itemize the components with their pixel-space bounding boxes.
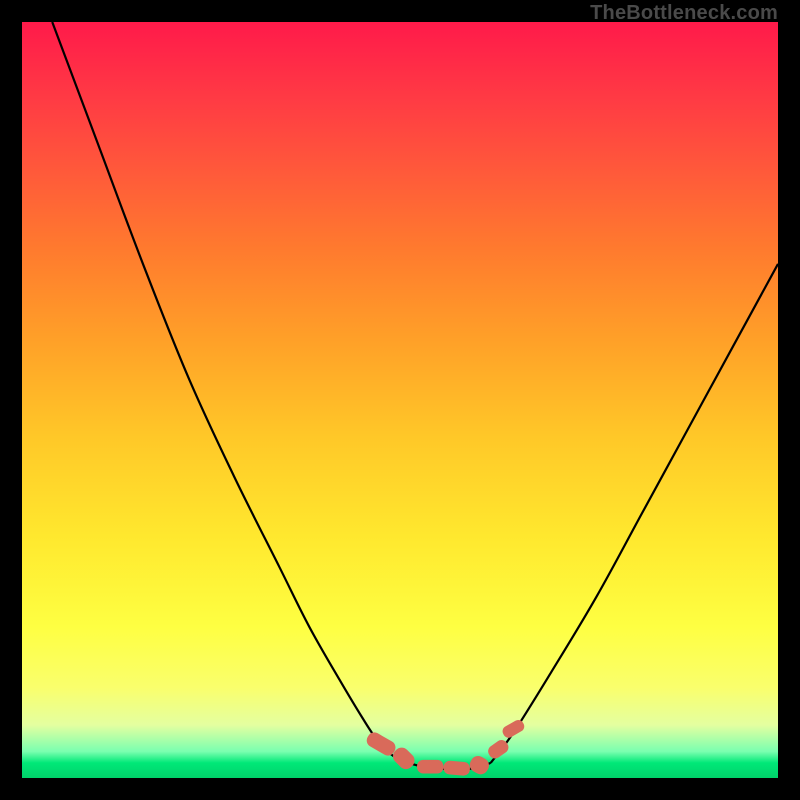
plot-area (22, 22, 778, 778)
curve-right (491, 264, 778, 763)
chart-svg (22, 22, 778, 778)
valley-marker (364, 730, 398, 758)
valley-markers (364, 718, 526, 777)
valley-marker (417, 760, 443, 774)
valley-marker (443, 760, 471, 776)
curve-left (52, 22, 407, 763)
valley-marker (501, 718, 527, 740)
valley-marker (467, 753, 492, 777)
credit-text: TheBottleneck.com (590, 2, 778, 25)
